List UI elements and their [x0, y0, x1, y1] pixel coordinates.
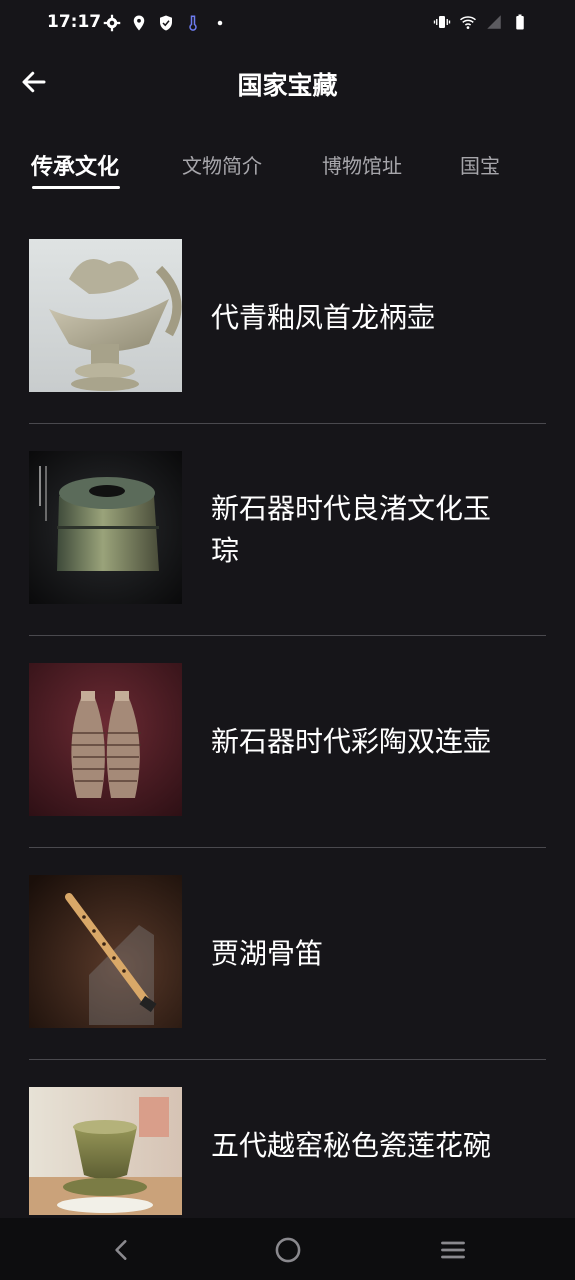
list-item[interactable]: 新石器时代良渚文化玉琮: [29, 424, 546, 636]
list-item[interactable]: 贾湖骨笛: [29, 848, 546, 1060]
shield-icon: [160, 15, 172, 31]
signal-icon: [487, 15, 501, 29]
nav-back-icon: [115, 1240, 127, 1260]
nav-home-button[interactable]: [270, 1232, 306, 1268]
tab-indicator: [32, 186, 120, 189]
status-right-icons: [433, 13, 529, 31]
navigation-bar: [0, 1218, 575, 1280]
item-title: 贾湖骨笛: [211, 936, 324, 970]
item-title: 代青釉凤首龙柄壶: [211, 300, 436, 334]
battery-icon: [516, 14, 524, 30]
app-bar: 国家宝藏: [0, 48, 575, 118]
list-item[interactable]: 代青釉凤首龙柄壶: [29, 212, 546, 424]
tab-heritage[interactable]: 传承文化: [31, 149, 119, 181]
nav-menu-icon: [441, 1241, 465, 1259]
tab-museum-address[interactable]: 博物馆址: [322, 150, 402, 179]
tab-bar: 传承文化 文物简介 博物馆址 国宝: [0, 140, 575, 192]
item-title: 新石器时代良渚文化玉琮: [211, 491, 492, 567]
page-title: 国家宝藏: [237, 71, 338, 100]
dot-icon: [217, 20, 223, 26]
tab-artifact-intro[interactable]: 文物简介: [182, 150, 262, 179]
thumbnail-lotus-bowl: [29, 1087, 182, 1215]
thermometer-icon: [189, 15, 197, 31]
thumbnail-celadon-ewer: [29, 239, 182, 392]
location-icon: [133, 15, 145, 31]
list-item[interactable]: 新石器时代彩陶双连壶: [29, 636, 546, 848]
item-title: 五代越窑秘色瓷莲花碗: [211, 1129, 492, 1162]
gear-icon: [103, 14, 121, 32]
nav-recents-button[interactable]: [435, 1232, 471, 1268]
status-bar: 17:17: [0, 0, 575, 48]
thumbnail-bone-flute: [29, 875, 182, 1028]
status-time: 17:17: [47, 12, 102, 32]
screen: 17:17 国家宝藏 传承文化 文物简介 博物馆址 国宝 代青釉凤首龙柄壶 新石…: [0, 0, 575, 1280]
artifact-list: 代青釉凤首龙柄壶 新石器时代良渚文化玉琮 新石器时代彩陶双连壶 贾湖骨笛 五代越…: [0, 212, 575, 1272]
status-left-icons: [103, 14, 229, 32]
wifi-icon: [459, 16, 477, 29]
thumbnail-jade-cong: [29, 451, 182, 604]
thumbnail-double-vase: [29, 663, 182, 816]
item-title: 新石器时代彩陶双连壶: [211, 724, 492, 758]
vibrate-icon: [433, 16, 451, 28]
nav-back-button[interactable]: [104, 1232, 140, 1268]
tab-national-treasure[interactable]: 国宝: [460, 150, 500, 179]
nav-home-icon: [275, 1237, 301, 1263]
